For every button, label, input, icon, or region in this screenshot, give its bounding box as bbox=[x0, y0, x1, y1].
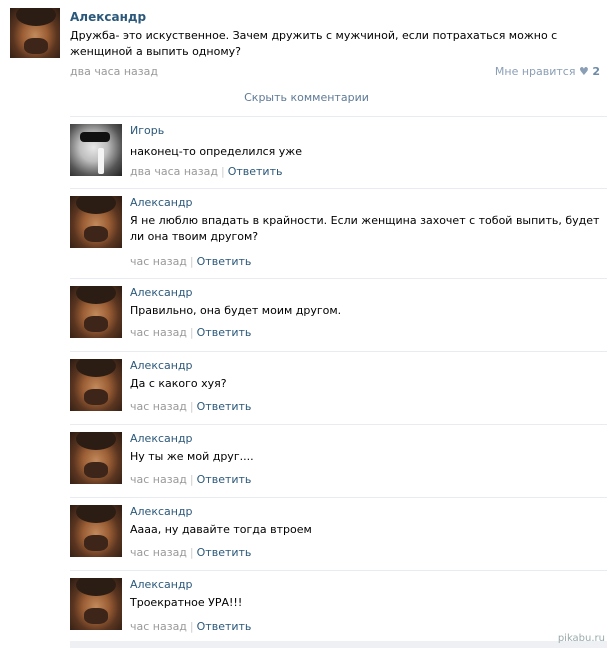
comment-author[interactable]: Александр bbox=[130, 432, 193, 445]
comment: Александр Ну ты же мой друг.... час наза… bbox=[70, 424, 607, 498]
watermark: pikabu.ru bbox=[557, 633, 605, 644]
comment-time[interactable]: час назад bbox=[130, 546, 187, 559]
comment-author[interactable]: Александр bbox=[130, 578, 193, 591]
commenter-avatar[interactable] bbox=[70, 505, 122, 557]
comment-text: Да с какого хуя? bbox=[130, 377, 227, 390]
comment-time[interactable]: час назад bbox=[130, 326, 187, 339]
comment-author[interactable]: Александр bbox=[130, 505, 193, 518]
comment: Александр Правильно, она будет моим друг… bbox=[70, 278, 607, 352]
comment-meta: час назад | Ответить bbox=[130, 255, 252, 268]
comment: Александр Аааа, ну давайте тогда втроем … bbox=[70, 497, 607, 571]
comment-author[interactable]: Александр bbox=[130, 196, 193, 209]
hide-comments-link[interactable]: Скрыть комментарии bbox=[0, 91, 613, 104]
comment-meta: час назад | Ответить bbox=[130, 400, 252, 413]
commenter-avatar[interactable] bbox=[70, 359, 122, 411]
commenter-avatar[interactable] bbox=[70, 196, 122, 248]
commenter-avatar[interactable] bbox=[70, 286, 122, 338]
comment-author[interactable]: Александр bbox=[130, 359, 193, 372]
commenter-avatar[interactable] bbox=[70, 578, 122, 630]
author-avatar[interactable] bbox=[10, 8, 60, 58]
post-text: Дружба- это искуственное. Зачем дружить … bbox=[70, 29, 558, 58]
comment-text: Я не люблю впадать в крайности. Если жен… bbox=[130, 214, 600, 243]
reply-button[interactable]: Ответить bbox=[197, 546, 252, 559]
reply-button[interactable]: Ответить bbox=[228, 165, 283, 178]
comment: Александр Я не люблю впадать в крайности… bbox=[70, 188, 607, 279]
reply-button[interactable]: Ответить bbox=[197, 473, 252, 486]
like-button[interactable]: Мне нравится ♥ 2 bbox=[495, 65, 600, 78]
comment-author[interactable]: Александр bbox=[130, 286, 193, 299]
like-label: Мне нравится bbox=[494, 65, 576, 78]
reply-button[interactable]: Ответить bbox=[197, 255, 252, 268]
comment-meta: два часа назад | Ответить bbox=[130, 165, 283, 178]
comment-time[interactable]: два часа назад bbox=[130, 165, 218, 178]
comment-text: Аааа, ну давайте тогда втроем bbox=[130, 523, 312, 536]
like-count: 2 bbox=[592, 65, 600, 78]
comment-meta: час назад | Ответить bbox=[130, 326, 252, 339]
comment: Александр Да с какого хуя? час назад | Отв… bbox=[70, 351, 607, 425]
comment-text: Правильно, она будет моим другом. bbox=[130, 304, 342, 317]
comment-meta: час назад | Ответить bbox=[130, 546, 252, 559]
comment: Игорь наконец-то определился уже два час… bbox=[70, 116, 607, 189]
commenter-avatar[interactable] bbox=[70, 432, 122, 484]
commenter-avatar[interactable] bbox=[70, 124, 122, 176]
heart-icon: ♥ bbox=[578, 65, 589, 78]
reply-button[interactable]: Ответить bbox=[197, 326, 252, 339]
post-author[interactable]: Александр bbox=[70, 10, 146, 24]
comment-time[interactable]: час назад bbox=[130, 620, 187, 633]
reply-button[interactable]: Ответить bbox=[197, 400, 252, 413]
comment-text: наконец-то определился уже bbox=[130, 145, 302, 158]
comment-meta: час назад | Ответить bbox=[130, 620, 252, 633]
comment-text: Троекратное УРА!!! bbox=[130, 596, 243, 609]
comment-author[interactable]: Игорь bbox=[130, 124, 164, 137]
comment-time[interactable]: час назад bbox=[130, 400, 187, 413]
comment-time[interactable]: час назад bbox=[130, 473, 187, 486]
comment: Александр Троекратное УРА!!! час назад | О… bbox=[70, 570, 607, 642]
comment-meta: час назад | Ответить bbox=[130, 473, 252, 486]
post-time[interactable]: два часа назад bbox=[70, 65, 158, 78]
comment-text: Ну ты же мой друг.... bbox=[130, 450, 254, 463]
reply-button[interactable]: Ответить bbox=[197, 620, 252, 633]
comment-input-bar[interactable] bbox=[70, 641, 607, 648]
comment-time[interactable]: час назад bbox=[130, 255, 187, 268]
